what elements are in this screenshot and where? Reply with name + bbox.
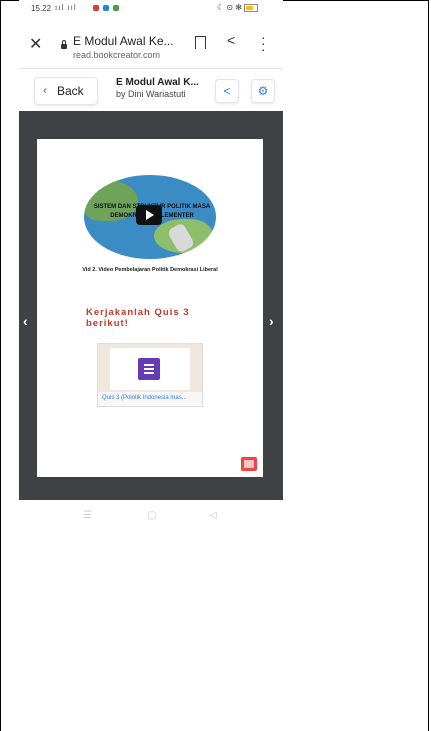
notification-icon <box>93 5 99 11</box>
browser-toolbar: ✕ E Modul Awal Ke... read.bookcreator.co… <box>19 18 283 69</box>
notification-icons <box>93 4 121 13</box>
status-right: ☾ ⊙ ✻ <box>217 3 259 12</box>
page-title[interactable]: E Modul Awal Ke... <box>73 34 174 48</box>
book-author: by Dini Wariastuti <box>116 89 186 99</box>
back-label: Back <box>57 84 84 98</box>
back-nav-icon[interactable]: ◁ <box>209 510 217 521</box>
chevron-left-icon: ‹ <box>43 83 47 97</box>
quiz-heading: Kerjakanlah Quis 3 berikut! <box>86 307 190 329</box>
chevron-right-icon[interactable]: › <box>269 313 274 329</box>
quiz-link[interactable]: Quis 3 (Polotik Indonesia mas... <box>102 395 187 401</box>
bookmark-icon[interactable] <box>195 36 206 49</box>
status-bar: 15.22 ııl ııl ☾ ⊙ ✻ <box>19 0 283 18</box>
chevron-left-icon[interactable]: ‹ <box>23 313 28 329</box>
share-icon[interactable]: < <box>227 32 235 48</box>
quiz-thumbnail <box>98 344 202 392</box>
video-caption: Vid 2. Video Pembelajaran Politik Demokr… <box>82 267 218 273</box>
system-nav-bar: ☰ ▢ ◁ <box>19 500 283 535</box>
share-icon: < <box>223 84 231 98</box>
url-host[interactable]: read.bookcreator.com <box>73 50 160 60</box>
close-icon[interactable]: ✕ <box>29 34 42 54</box>
frame-border-right <box>428 0 429 731</box>
menu-icon[interactable]: ☰ <box>83 510 92 521</box>
quiz-link-card[interactable]: Quis 3 (Polotik Indonesia mas... <box>97 343 203 407</box>
status-time: 15.22 <box>31 4 52 13</box>
back-button[interactable]: ‹ Back <box>34 77 98 105</box>
google-forms-icon <box>138 358 160 380</box>
status-icons: ☾ ⊙ ✻ <box>217 3 243 12</box>
image-icon[interactable] <box>241 457 257 471</box>
battery-icon <box>244 3 259 12</box>
notification-icon <box>103 5 110 11</box>
settings-button[interactable]: ⚙ <box>251 79 275 103</box>
book-toolbar: ‹ Back E Modul Awal K... by Dini Wariast… <box>19 69 283 111</box>
more-vert-icon[interactable]: · · · <box>261 30 266 56</box>
forms-line <box>144 372 154 374</box>
play-icon[interactable] <box>136 205 162 225</box>
signal-icon: ııl ııl <box>55 3 77 12</box>
forms-line <box>144 364 154 366</box>
home-icon[interactable]: ▢ <box>147 510 156 521</box>
book-page: SISTEM DAN STRUKTUR POLITIK MASA DEMOKRA… <box>37 139 263 477</box>
share-button[interactable]: < <box>215 79 239 103</box>
forms-line <box>144 368 154 370</box>
book-title: E Modul Awal K... <box>116 77 199 88</box>
frame-border-left <box>0 0 1 731</box>
lock-icon <box>61 40 67 49</box>
book-viewer: ‹ › SISTEM DAN STRUKTUR POLITIK MASA DEM… <box>19 111 283 500</box>
phone-screen: 15.22 ııl ııl ☾ ⊙ ✻ ✕ E Modul Awal Ke...… <box>19 0 283 535</box>
gear-icon: ⚙ <box>257 84 269 98</box>
video-player[interactable]: SISTEM DAN STRUKTUR POLITIK MASA DEMOKRA… <box>84 175 216 259</box>
notification-icon <box>113 5 120 11</box>
